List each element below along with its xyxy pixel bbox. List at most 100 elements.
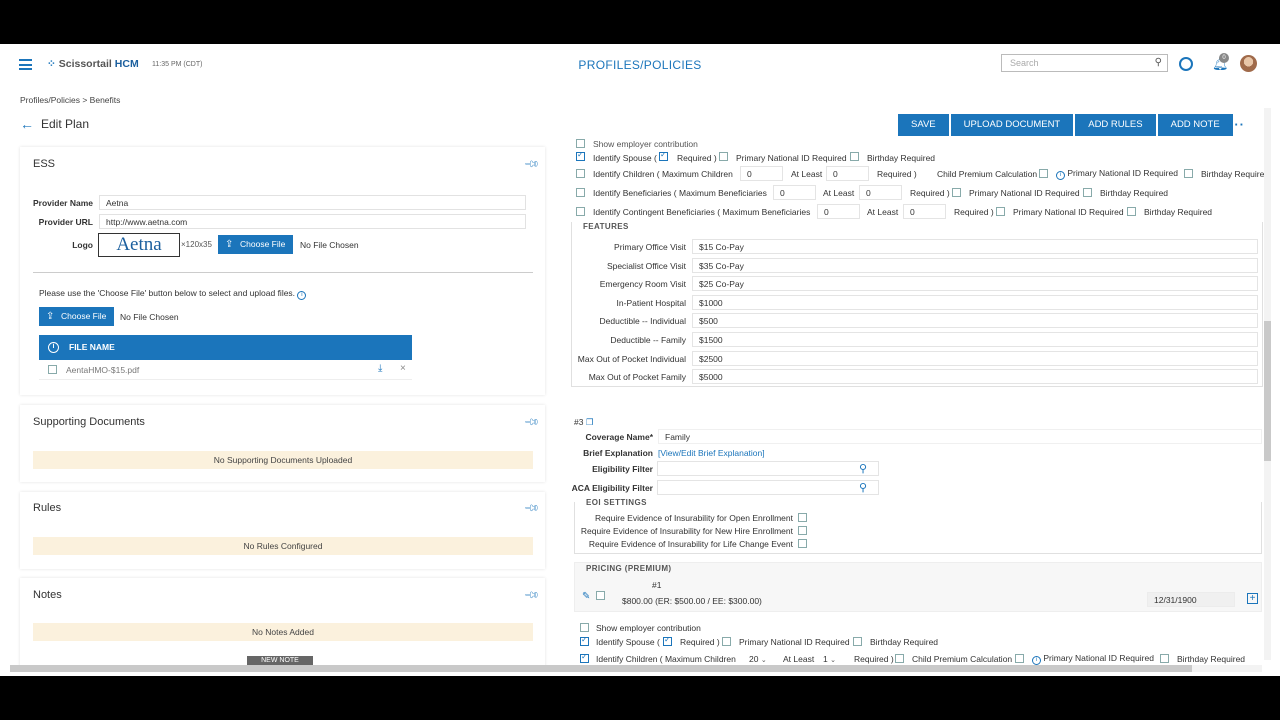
identify-spouse-checkbox[interactable] — [576, 150, 585, 161]
coverage-name-label: Coverage Name* — [585, 432, 653, 442]
beneficiaries-national-id-checkbox[interactable] — [952, 188, 961, 197]
show-employer-contribution-checkbox-2[interactable] — [580, 623, 589, 632]
contingent-min-field[interactable]: 0 — [903, 204, 946, 219]
avatar[interactable] — [1240, 55, 1257, 72]
add-note-button[interactable]: ADD NOTE — [1157, 114, 1233, 136]
spouse-birthday-checkbox[interactable] — [850, 152, 859, 161]
info-icon[interactable]: i — [297, 291, 307, 300]
child-premium-checkbox-2[interactable] — [1015, 654, 1024, 663]
rules-card: Rules 📌︎ No Rules Configured — [20, 492, 545, 569]
children-min-select[interactable]: 1 ⌄ — [823, 654, 836, 664]
contingent-national-id-checkbox[interactable] — [996, 207, 1005, 216]
chevron-down-icon: ⌄ — [830, 657, 836, 664]
table-row: AentaHMO-$15.pdf ⤓ × — [39, 360, 412, 380]
eoi-life-checkbox[interactable] — [798, 539, 807, 548]
pin-icon[interactable]: 📌︎ — [523, 414, 540, 431]
identify-spouse-checkbox-2[interactable] — [580, 635, 589, 646]
search-icon[interactable]: ⚲ — [859, 462, 867, 475]
contingent-birthday-checkbox[interactable] — [1127, 207, 1136, 216]
provider-url-field[interactable]: http://www.aetna.com — [99, 214, 526, 229]
feature-value-field[interactable]: $1500 — [692, 332, 1258, 347]
coverage-name-field[interactable]: Family — [658, 429, 1262, 444]
identify-children-checkbox-2[interactable] — [580, 652, 589, 663]
feature-label: Deductible -- Individual — [599, 316, 686, 327]
scrollbar-thumb[interactable] — [1264, 321, 1271, 461]
vertical-scrollbar[interactable] — [1264, 108, 1271, 660]
beneficiaries-birthday-label: Birthday Required — [1100, 188, 1169, 198]
help-icon[interactable] — [1179, 57, 1193, 71]
app-window: ⁘ Scissortail HCM 11:35 PM (CDT) PROFILE… — [0, 44, 1280, 676]
children-at-least-label: At Least — [791, 169, 823, 179]
children-required-checkbox-2[interactable] — [895, 654, 904, 663]
search-icon[interactable]: ⚲ — [1155, 57, 1162, 68]
action-toolbar: SAVE UPLOAD DOCUMENT ADD RULES ADD NOTE — [898, 114, 1235, 136]
pin-icon[interactable]: 📌︎ — [523, 156, 540, 173]
children-max-field[interactable]: 0 — [740, 166, 783, 181]
pin-icon[interactable]: 📌︎ — [523, 500, 540, 517]
eligibility-filter-field[interactable] — [657, 461, 879, 476]
logo-size-text: ×120x35 — [181, 240, 212, 249]
children-birthday-checkbox-2[interactable] — [1160, 654, 1169, 663]
spouse-national-id-checkbox-2[interactable] — [722, 637, 731, 646]
identify-beneficiaries-checkbox[interactable] — [576, 188, 585, 197]
child-premium-checkbox[interactable] — [1039, 169, 1048, 178]
info-icon[interactable]: i — [1056, 171, 1065, 180]
eoi-newhire-checkbox[interactable] — [798, 526, 807, 535]
identify-contingent-checkbox[interactable] — [576, 207, 585, 216]
file-row-checkbox[interactable] — [48, 365, 57, 374]
choose-logo-file-button[interactable]: ⇪ Choose File — [218, 235, 294, 254]
add-icon[interactable]: + — [1247, 593, 1258, 604]
feature-value-field[interactable]: $35 Co-Pay — [692, 257, 1258, 273]
beneficiaries-max-field[interactable]: 0 — [773, 185, 816, 200]
file-name[interactable]: AentaHMO-$15.pdf — [66, 365, 139, 375]
show-employer-contribution-checkbox[interactable] — [576, 139, 585, 148]
beneficiaries-min-field[interactable]: 0 — [859, 185, 902, 200]
feature-value-field[interactable]: $25 Co-Pay — [692, 276, 1258, 292]
spouse-birthday-checkbox-2[interactable] — [853, 637, 862, 646]
rules-empty: No Rules Configured — [33, 537, 533, 555]
scrollbar-thumb[interactable] — [10, 665, 1192, 672]
horizontal-scrollbar[interactable] — [10, 665, 1262, 672]
breadcrumb[interactable]: Profiles/Policies > Benefits — [20, 95, 120, 105]
children-max-select[interactable]: 20 ⌄ — [749, 654, 767, 664]
children-birthday-checkbox[interactable] — [1184, 169, 1193, 178]
more-options-icon[interactable]: ··· — [1229, 117, 1245, 132]
contingent-max-field[interactable]: 0 — [817, 204, 860, 219]
children-min-field[interactable]: 0 — [826, 166, 869, 181]
features-caption: FEATURES — [583, 222, 629, 231]
feature-value-field[interactable]: $500 — [692, 313, 1258, 329]
file-table-header: i FILE NAME — [39, 335, 412, 360]
identify-children-checkbox[interactable] — [576, 169, 585, 178]
back-arrow-icon[interactable]: ← — [20, 116, 34, 132]
choose-file-button[interactable]: ⇪ Choose File — [39, 307, 115, 326]
spouse-required-checkbox-2[interactable] — [663, 635, 672, 646]
search-icon[interactable]: ⚲ — [859, 481, 867, 494]
feature-value-field[interactable]: $2500 — [692, 350, 1258, 366]
feature-value-field[interactable]: $1000 — [692, 294, 1258, 310]
pricing-date-field[interactable]: 12/31/1900 — [1147, 592, 1235, 607]
info-icon[interactable]: i — [1032, 656, 1041, 665]
download-icon[interactable]: ⤓ — [378, 363, 382, 374]
aca-eligibility-filter-field[interactable] — [657, 480, 879, 495]
save-button[interactable]: SAVE — [898, 114, 949, 136]
pricing-checkbox[interactable] — [596, 591, 605, 600]
spouse-national-id-checkbox[interactable] — [719, 152, 728, 161]
brief-explanation-link[interactable]: [View/Edit Brief Explanation] — [658, 448, 765, 458]
upload-document-button[interactable]: UPLOAD DOCUMENT — [950, 114, 1074, 136]
children-required-label: Required ) — [877, 169, 917, 179]
feature-value-field[interactable]: $5000 — [692, 369, 1258, 385]
children-national-id-text-2: i Primary National ID Required — [1032, 653, 1154, 665]
feature-label: In-Patient Hospital — [616, 297, 686, 308]
add-rules-button[interactable]: ADD RULES — [1075, 114, 1156, 136]
spouse-national-id-label: Primary National ID Required — [736, 153, 847, 163]
close-icon[interactable]: × — [400, 363, 406, 374]
spouse-required-checkbox[interactable] — [659, 150, 668, 161]
copy-icon[interactable]: ❐ — [586, 417, 594, 427]
provider-name-field[interactable]: Aetna — [99, 195, 526, 210]
search-input[interactable]: Search ⚲ — [1001, 54, 1168, 72]
beneficiaries-birthday-checkbox[interactable] — [1083, 188, 1092, 197]
eoi-open-checkbox[interactable] — [798, 513, 807, 522]
edit-pencil-icon[interactable]: ✎ — [582, 591, 590, 602]
pin-icon[interactable]: 📌︎ — [523, 587, 540, 604]
feature-value-field[interactable]: $15 Co-Pay — [692, 239, 1258, 254]
